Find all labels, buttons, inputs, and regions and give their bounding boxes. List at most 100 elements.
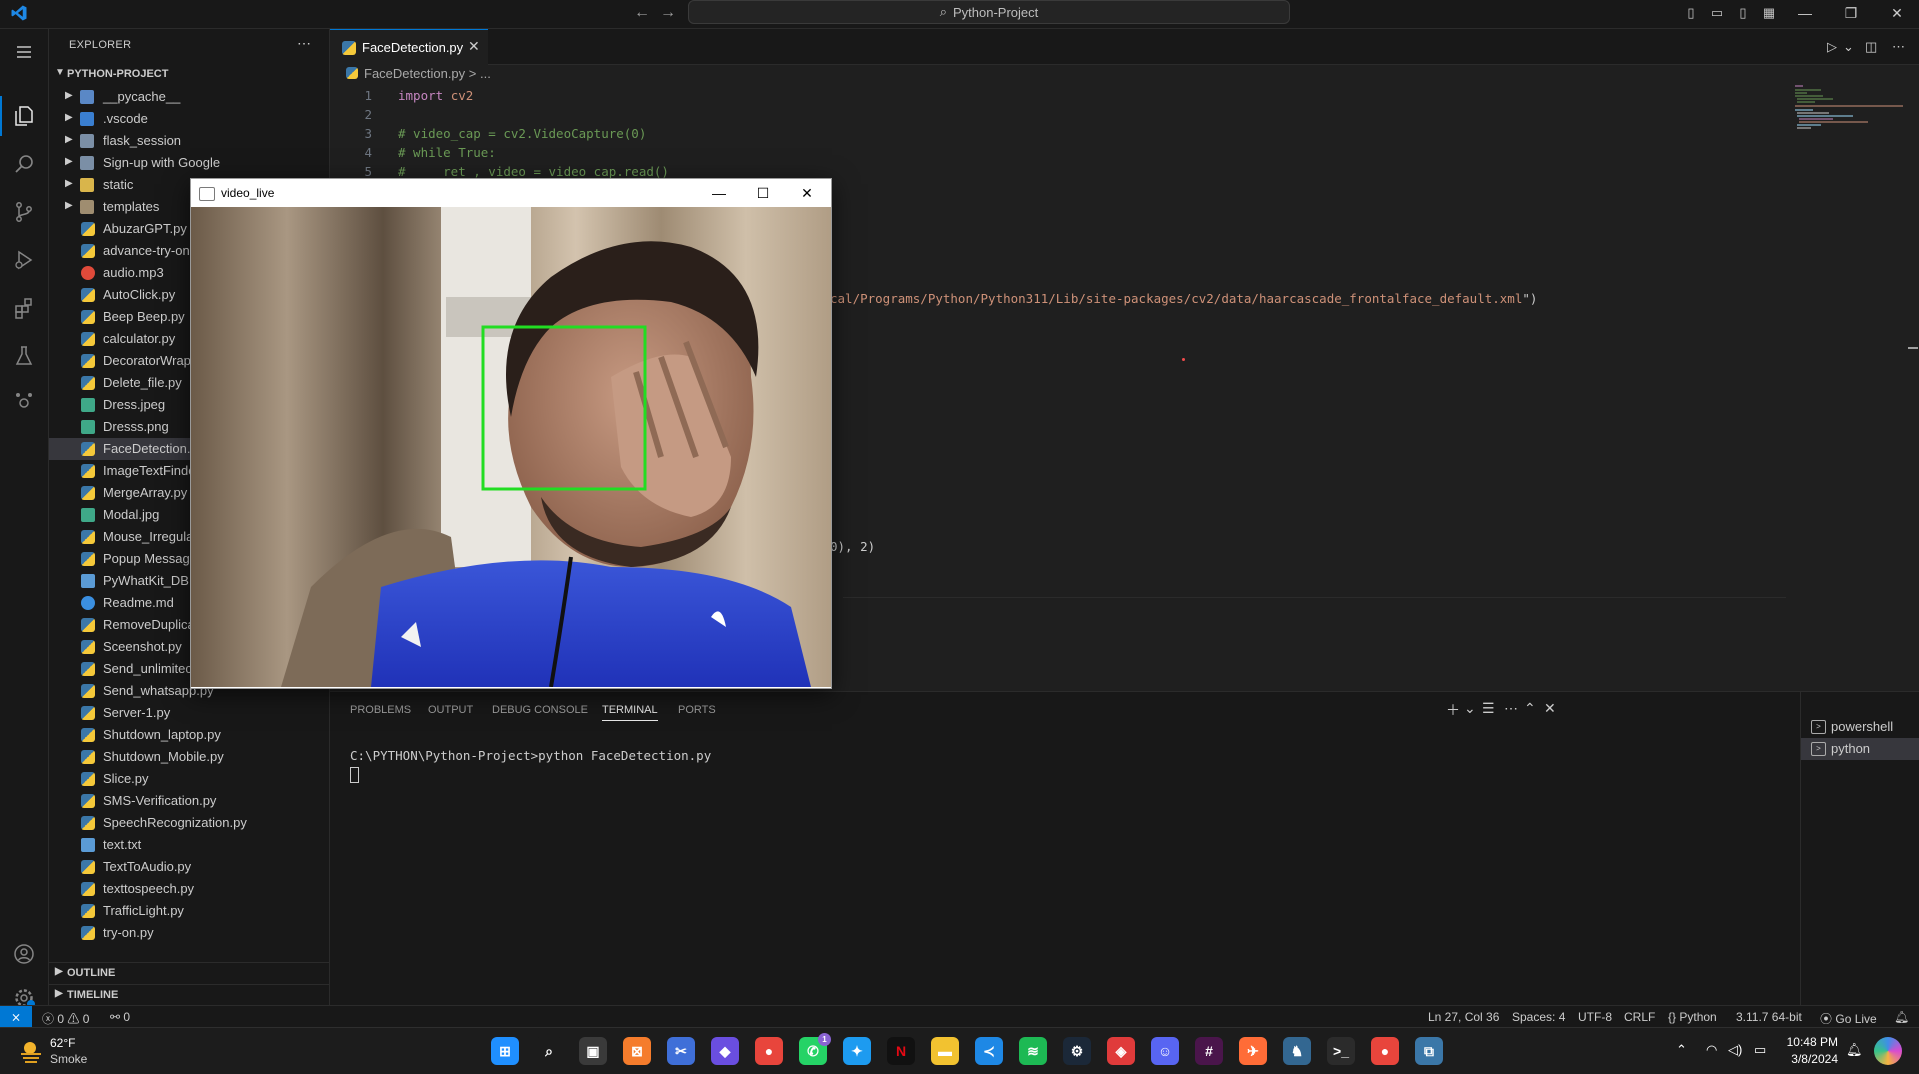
terminal-instance[interactable]: > powershell	[1801, 716, 1919, 738]
chrome-profile-icon[interactable]: ●	[1371, 1037, 1399, 1065]
snipping-icon[interactable]: ✂	[667, 1037, 695, 1065]
language-mode[interactable]: {} Python	[1668, 1010, 1717, 1024]
discord-icon[interactable]: ☺	[1151, 1037, 1179, 1065]
minimize-button[interactable]: —	[1782, 0, 1828, 28]
menu-icon[interactable]	[0, 32, 48, 72]
panel-tab-terminal[interactable]: TERMINAL	[602, 704, 658, 721]
volume-icon[interactable]: ◁)	[1728, 1042, 1742, 1058]
code-line-partial-rect[interactable]: 0), 2)	[830, 524, 1030, 554]
terminal-layout-icon[interactable]: ☰	[1482, 700, 1495, 717]
code-line[interactable]: 1 import cv2	[330, 88, 1730, 107]
file-item[interactable]: Shutdown_laptop.py	[49, 724, 329, 746]
minimap[interactable]	[1793, 84, 1903, 144]
maximize-panel-icon[interactable]: ⌃	[1524, 700, 1536, 717]
editor-more-actions-icon[interactable]: ⋯	[1892, 39, 1905, 55]
panel-more-icon[interactable]: ⋯	[1504, 700, 1518, 717]
anydesk-icon[interactable]: ◈	[1107, 1037, 1135, 1065]
accounts-icon[interactable]	[0, 934, 48, 974]
timeline-section[interactable]: ▶ TIMELINE	[49, 984, 329, 1005]
whatsapp-icon[interactable]: ✆ 1	[799, 1033, 831, 1065]
python-interpreter[interactable]: 3.11.7 64-bit	[1736, 1010, 1802, 1024]
run-dropdown-chevron-icon[interactable]: ⌄	[1843, 39, 1854, 55]
breadcrumb[interactable]: FaceDetection.py > ...	[346, 66, 491, 81]
terminal-icon[interactable]: >_	[1327, 1037, 1355, 1065]
close-window-button[interactable]: ✕	[1874, 0, 1919, 28]
file-item[interactable]: TrafficLight.py	[49, 900, 329, 922]
clock-date[interactable]: 3/8/2024	[1778, 1052, 1838, 1066]
terminal-instance[interactable]: > python	[1801, 738, 1919, 760]
explorer-icon[interactable]	[0, 96, 48, 136]
windows-start-icon[interactable]: ⊞	[491, 1037, 519, 1065]
close-panel-icon[interactable]: ✕	[1544, 700, 1556, 717]
project-folder-header[interactable]: ▼ PYTHON-PROJECT	[49, 65, 329, 85]
netflix-icon[interactable]: N	[887, 1037, 915, 1065]
source-control-icon[interactable]	[0, 192, 48, 232]
folder-item[interactable]: ▶ Sign-up with Google	[49, 152, 329, 174]
folder-item[interactable]: ▶ .vscode	[49, 108, 329, 130]
search-icon[interactable]	[0, 144, 48, 184]
task-view-icon[interactable]: ▣	[579, 1037, 607, 1065]
remote-indicator-icon[interactable]: ⨯	[0, 1006, 32, 1028]
vscode-icon[interactable]: ≺	[975, 1037, 1003, 1065]
postgres-icon[interactable]: ♞	[1283, 1037, 1311, 1065]
indentation[interactable]: Spaces: 4	[1512, 1010, 1565, 1024]
code-line[interactable]: 2	[330, 107, 1730, 126]
testing-icon[interactable]	[0, 336, 48, 376]
file-item[interactable]: texttospeech.py	[49, 878, 329, 900]
python-icon[interactable]: ⧉	[1415, 1037, 1443, 1065]
arrow-left-icon[interactable]: ←	[634, 4, 650, 22]
tray-overflow-chevron-icon[interactable]: ⌃	[1676, 1042, 1687, 1058]
prime-icon[interactable]: ◆	[711, 1037, 739, 1065]
cursor-position[interactable]: Ln 27, Col 36	[1428, 1010, 1499, 1024]
customize-layout-icon[interactable]: ▦	[1761, 5, 1777, 21]
video-close-button[interactable]: ✕	[785, 181, 829, 205]
arrow-right-icon[interactable]: →	[660, 4, 676, 22]
toggle-panel-icon[interactable]: ▭	[1709, 5, 1725, 21]
tab-facedetection[interactable]: FaceDetection.py ✕	[330, 29, 488, 65]
clock-time[interactable]: 10:48 PM	[1786, 1035, 1838, 1049]
file-item[interactable]: SMS-Verification.py	[49, 790, 329, 812]
command-center[interactable]: ⌕ Python-Project	[688, 0, 1290, 24]
toggle-secondary-sidebar-icon[interactable]: ▯	[1735, 5, 1751, 21]
new-terminal-icon[interactable]: ＋	[1446, 700, 1460, 720]
slack-icon[interactable]: #	[1195, 1037, 1223, 1065]
code-line-partial-path[interactable]: cal/Programs/Python/Python311/Lib/site-p…	[830, 276, 1730, 306]
file-item[interactable]: Slice.py	[49, 768, 329, 790]
extensions-icon[interactable]	[0, 288, 48, 328]
ports-status[interactable]: ⚯ 0	[110, 1010, 130, 1024]
panel-tab-problems[interactable]: PROBLEMS	[350, 704, 411, 716]
search-icon[interactable]: ⌕	[535, 1037, 563, 1065]
restore-button[interactable]: ❐	[1828, 0, 1874, 28]
outline-section[interactable]: ▶ OUTLINE	[49, 962, 329, 983]
file-item[interactable]: try-on.py	[49, 922, 329, 944]
terminal-output[interactable]: C:\PYTHON\Python-Project>python FaceDete…	[350, 748, 711, 763]
file-item[interactable]: Shutdown_Mobile.py	[49, 746, 329, 768]
toggle-sidebar-icon[interactable]: ▯	[1683, 5, 1699, 21]
notification-bell-icon[interactable]: 🔔︎	[1846, 1042, 1863, 1058]
split-editor-icon[interactable]: ◫	[1865, 39, 1877, 55]
file-explorer-icon[interactable]: ▬	[931, 1037, 959, 1065]
more-actions-icon[interactable]: ⋯	[297, 35, 311, 52]
folder-item[interactable]: ▶ __pycache__	[49, 86, 329, 108]
notifications-bell-icon[interactable]: 🔔︎	[1894, 1010, 1909, 1024]
terminal-dropdown-icon[interactable]: ⌄	[1464, 700, 1476, 717]
panel-tab-output[interactable]: OUTPUT	[428, 704, 473, 716]
panel-tab-ports[interactable]: PORTS	[678, 704, 716, 716]
postman-icon[interactable]: ✈	[1239, 1037, 1267, 1065]
panel-tab-debug-console[interactable]: DEBUG CONSOLE	[492, 704, 588, 716]
problems-status[interactable]: ⓧ 0 ⚠ 0	[42, 1010, 89, 1027]
twitter-icon[interactable]: ✦	[843, 1037, 871, 1065]
encoding[interactable]: UTF-8	[1578, 1010, 1612, 1024]
file-item[interactable]: SpeechRecognization.py	[49, 812, 329, 834]
file-item[interactable]: text.txt	[49, 834, 329, 856]
code-line[interactable]: 4 # while True:	[330, 145, 1730, 164]
video-window-titlebar[interactable]: video_live — ☐ ✕	[191, 179, 831, 207]
chrome-icon[interactable]: ●	[755, 1037, 783, 1065]
battery-icon[interactable]: ▭	[1754, 1042, 1766, 1058]
copilot-icon[interactable]	[1874, 1037, 1902, 1065]
line-ending[interactable]: CRLF	[1624, 1010, 1655, 1024]
spotify-icon[interactable]: ≋	[1019, 1037, 1047, 1065]
run-debug-icon[interactable]	[0, 240, 48, 280]
video-maximize-button[interactable]: ☐	[741, 181, 785, 205]
run-python-icon[interactable]: ▷	[1827, 39, 1837, 55]
